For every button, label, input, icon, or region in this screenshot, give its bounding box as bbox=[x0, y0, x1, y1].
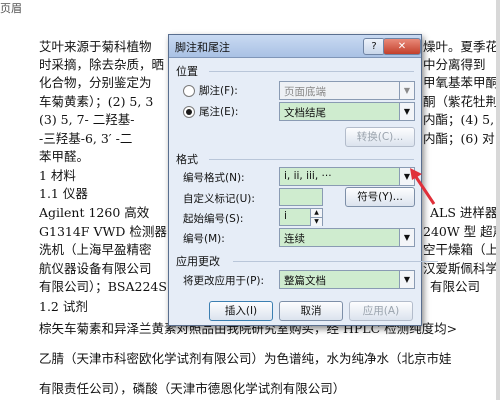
chevron-down-icon[interactable]: ▼ bbox=[399, 103, 414, 120]
numbering-value: 连续 bbox=[284, 233, 305, 245]
doc-line: 有限责任公司），磷酸（天津市德恩化学试剂有限公司） bbox=[39, 381, 346, 396]
start-at-stepper[interactable]: i ▲ ▼ bbox=[279, 208, 323, 226]
spin-down-icon[interactable]: ▼ bbox=[310, 217, 322, 226]
footnote-radio[interactable] bbox=[183, 85, 195, 97]
numbering-select[interactable]: 连续 ▼ bbox=[279, 228, 415, 247]
dialog-title: 脚注和尾注 bbox=[175, 41, 230, 54]
footnote-label: 脚注(F): bbox=[199, 85, 238, 97]
apply-to-label: 将更改应用于(P): bbox=[183, 275, 265, 287]
doc-fragment: 甲氧基苯甲酮 bbox=[423, 75, 499, 90]
endnote-radio[interactable] bbox=[183, 106, 195, 118]
spin-up-icon[interactable]: ▲ bbox=[310, 209, 322, 217]
vertical-scrollbar[interactable] bbox=[496, 0, 500, 400]
apply-to-value: 整篇文档 bbox=[284, 275, 326, 287]
start-at-label: 起始编号(S): bbox=[183, 213, 244, 225]
cancel-button[interactable]: 取消 bbox=[279, 301, 343, 321]
start-at-value: i bbox=[284, 210, 287, 222]
footnote-endnote-dialog: 脚注和尾注 ? ✕ 位置 脚注(F): 页面底端 ▼ 尾注(E): 文档结尾 ▼… bbox=[168, 34, 438, 326]
footnote-position-select[interactable]: 页面底端 ▼ bbox=[279, 81, 415, 100]
endnote-position-value: 文档结尾 bbox=[284, 107, 326, 119]
doc-fragment: 内酯；(4) 5, bbox=[423, 112, 495, 127]
apply-section-label: 应用更改 bbox=[176, 255, 220, 268]
footnote-position-value: 页面底端 bbox=[284, 86, 326, 98]
section-divider bbox=[209, 159, 414, 160]
number-format-select[interactable]: i, ii, iii, ··· ▼ bbox=[279, 167, 415, 186]
doc-fragment: 空干燥箱（上 bbox=[423, 242, 499, 257]
insert-button[interactable]: 插入(I) bbox=[209, 301, 273, 321]
symbol-button[interactable]: 符号(Y)... bbox=[345, 187, 415, 207]
annotation-arrow-icon bbox=[410, 168, 436, 205]
doc-fragment: ALS 进样器 bbox=[430, 205, 498, 220]
apply-button[interactable]: 应用(A) bbox=[349, 301, 413, 321]
doc-fragment: 燥叶。夏季花 bbox=[423, 39, 499, 54]
location-section-label: 位置 bbox=[176, 65, 198, 78]
dialog-titlebar[interactable]: 脚注和尾注 ? ✕ bbox=[169, 35, 421, 58]
chevron-down-icon[interactable]: ▼ bbox=[399, 271, 414, 288]
doc-line: 乙腈（天津市科密欧化学试剂有限公司）为色谱纯，水为纯净水（北京市娃 bbox=[39, 351, 452, 366]
doc-fragment: 中分离得到 bbox=[423, 57, 486, 72]
custom-mark-label: 自定义标记(U): bbox=[183, 193, 255, 205]
format-section-label: 格式 bbox=[176, 153, 198, 166]
chevron-down-icon[interactable]: ▼ bbox=[399, 229, 414, 246]
endnote-position-select[interactable]: 文档结尾 ▼ bbox=[279, 102, 415, 121]
apply-to-select[interactable]: 整篇文档 ▼ bbox=[279, 270, 415, 289]
header-corner-mark: 页眉 bbox=[0, 2, 22, 15]
number-format-value: i, ii, iii, ··· bbox=[284, 170, 332, 182]
doc-fragment: 240W 型 超声 bbox=[423, 224, 500, 239]
section-divider bbox=[209, 71, 414, 72]
chevron-down-icon[interactable]: ▼ bbox=[399, 82, 414, 99]
doc-fragment: 酮（紫花牡荆 bbox=[423, 94, 499, 109]
doc-fragment: 有限公司 bbox=[430, 279, 481, 294]
numbering-label: 编号(M): bbox=[183, 233, 225, 245]
close-button[interactable]: ✕ bbox=[383, 38, 421, 55]
help-button[interactable]: ? bbox=[363, 38, 385, 55]
endnote-label: 尾注(E): bbox=[199, 106, 239, 118]
doc-fragment: 内酯；(6) 对 bbox=[423, 131, 495, 146]
section-divider bbox=[233, 261, 438, 262]
custom-mark-input[interactable] bbox=[279, 188, 323, 206]
doc-fragment: 汉爱斯佩科学 bbox=[423, 261, 499, 276]
convert-button[interactable]: 转换(C)... bbox=[345, 127, 415, 147]
number-format-label: 编号格式(N): bbox=[183, 172, 245, 184]
